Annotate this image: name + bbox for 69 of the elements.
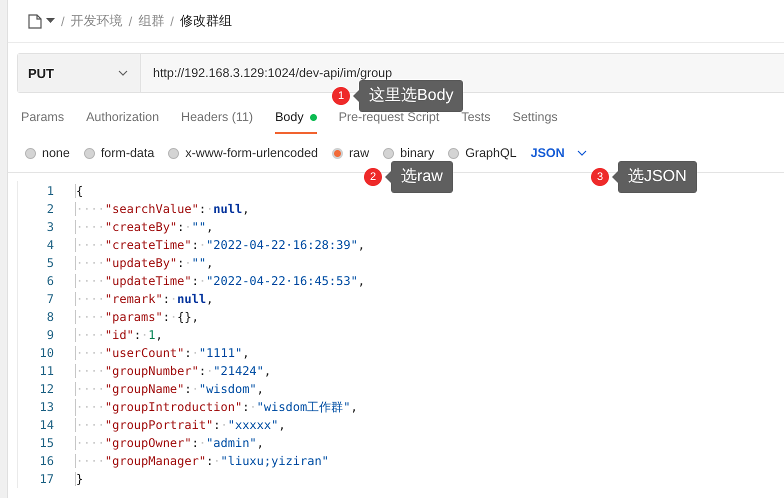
code-line: ····"groupOwner":·"admin", [75,436,264,450]
line-number: 15 [38,436,55,450]
line-number: 8 [46,310,55,324]
tab[interactable]: Params [21,102,64,134]
step-badge: 2 [364,168,382,186]
line-number: 16 [38,454,55,468]
radio-option[interactable]: GraphQL [448,146,517,160]
tab[interactable]: Authorization [86,102,160,134]
tab[interactable]: Tests [461,102,490,134]
code-line: ····"groupNumber":·"21424", [75,364,272,378]
code-line: ····"groupName":·"wisdom", [75,382,264,396]
tab[interactable]: Headers (11) [181,102,254,134]
breadcrumb-item[interactable]: 开发环境 [70,12,123,30]
radio-button[interactable] [84,148,95,158]
code-line: } [75,472,84,486]
tab[interactable]: Body [275,102,317,134]
breadcrumb-separator: / [170,14,174,28]
code-line: ····"params":·{}, [75,310,199,324]
breadcrumb-separator: / [128,14,132,28]
code-line: { [75,184,84,198]
radio-option[interactable]: form-data [84,146,154,160]
callout-pointer [612,171,618,183]
radio-option[interactable]: raw [332,146,370,160]
line-number: 13 [38,400,55,414]
radio-option[interactable]: none [25,146,70,160]
code-line: ····"updateTime":·"2022-04-22·16:45:53", [75,274,366,288]
radio-button[interactable] [25,148,36,158]
line-number: 1 [46,184,55,198]
line-number: 14 [38,418,55,432]
breadcrumb-item[interactable]: 组群 [138,12,164,30]
line-number: 4 [46,238,55,252]
radio-button[interactable] [448,148,460,158]
line-number: 5 [46,256,55,270]
code-line: ····"searchValue":·null, [75,202,250,216]
line-number: 6 [46,274,55,288]
breadcrumb-item: 修改群组 [180,12,232,30]
breadcrumb-separator: / [61,14,65,28]
line-number: 17 [38,472,55,486]
code-line: ····"updateBy":·"", [75,256,214,270]
annotation-tooltip: 选raw [391,161,453,193]
line-number: 12 [38,382,55,396]
chevron-down-icon [576,150,587,156]
radio-button[interactable] [383,148,394,158]
code-line: ····"id":·1, [75,328,163,342]
line-number: 3 [46,220,55,234]
code-line: ····"userCount":·"1111", [75,346,250,360]
radio-option[interactable]: binary [383,146,434,160]
line-number: 9 [46,328,55,342]
code-line: ····"groupManager":·"liuxu;yiziran" [75,454,329,468]
code-line: ····"createBy":·"", [75,220,214,234]
format-dropdown[interactable]: JSON [530,146,587,160]
radio-button[interactable] [332,148,343,158]
tab[interactable]: Settings [512,102,558,134]
line-number: 7 [46,292,55,306]
code-line: ····"groupIntroduction":·"wisdom工作群", [75,398,358,416]
code-line: ····"createTime":·"2022-04-22·16:28:39", [75,238,366,252]
line-number: 2 [46,202,55,216]
caret-icon[interactable] [46,18,55,24]
line-number: 10 [38,346,55,360]
document-icon [28,14,42,28]
code-line: ····"remark":·null, [75,292,214,306]
callout-pointer [385,171,391,183]
step-badge: 3 [591,168,609,186]
radio-button[interactable] [168,148,180,158]
annotation-tooltip: 选JSON [618,161,697,193]
code-line: ····"groupPortrait":·"xxxxx", [75,418,286,432]
callout-pointer [353,90,359,102]
line-number: 11 [38,364,55,378]
radio-option[interactable]: x-www-form-urlencoded [168,146,318,160]
